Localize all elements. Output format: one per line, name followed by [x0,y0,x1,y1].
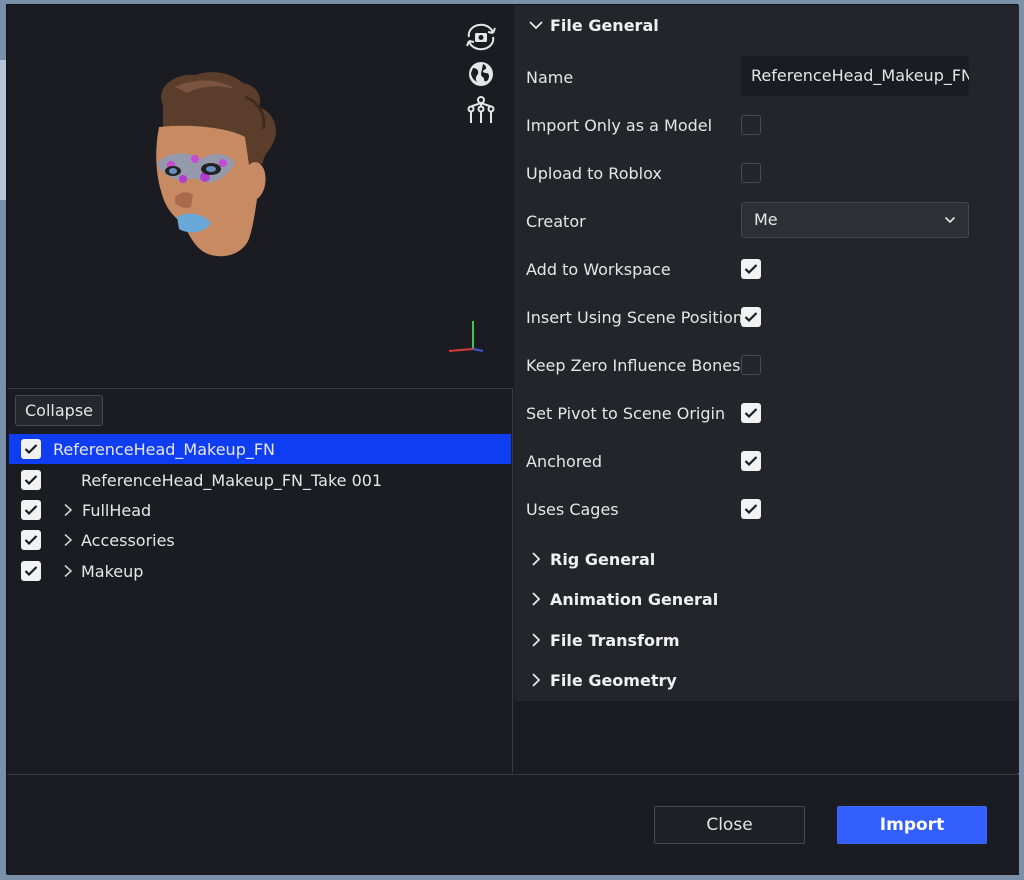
head-model-preview [156,72,276,257]
tree-row-checkbox[interactable] [21,470,41,490]
name-field[interactable]: ReferenceHead_Makeup_FN [741,56,969,96]
set-pivot-scene-origin-checkbox[interactable] [741,403,761,423]
tree-row-fullhead[interactable]: FullHead [9,495,511,525]
tree-row-checkbox[interactable] [21,561,41,581]
tree-row-accessories[interactable]: Accessories [9,525,511,555]
tree-row-makeup[interactable]: Makeup [9,556,511,586]
collapsed-sections: Rig General Animation General File Trans… [514,539,1019,701]
model-preview-viewport[interactable] [7,5,513,389]
chevron-right-icon[interactable] [61,533,75,547]
creator-value: Me [754,210,778,229]
tree-row-label: Accessories [81,530,175,550]
chevron-down-icon [944,216,956,224]
chevron-right-icon [532,633,541,647]
creator-label: Creator [526,212,586,231]
tree-row-label: Makeup [81,561,144,581]
chevron-right-icon [532,673,541,687]
camera-rotate-icon[interactable] [464,21,498,53]
tree-row-label: ReferenceHead_Makeup_FN_Take 001 [81,470,383,490]
collapse-button[interactable]: Collapse [15,395,103,426]
tree-row-label: ReferenceHead_Makeup_FN [53,439,276,459]
upload-to-roblox-label: Upload to Roblox [526,164,662,183]
section-file-transform-header[interactable]: File Transform [514,620,1019,660]
tree-row-checkbox[interactable] [21,439,41,459]
section-title: File General [550,15,659,35]
anchored-checkbox[interactable] [741,451,761,471]
file-general-body: Name ReferenceHead_Makeup_FN Import Only… [514,45,1019,539]
section-title: File Transform [550,630,680,650]
import-button[interactable]: Import [837,806,987,844]
axis-gizmo-icon [448,321,484,352]
chevron-right-icon[interactable] [61,503,75,517]
import-only-model-checkbox[interactable] [741,115,761,135]
tree-row-label: FullHead [82,500,152,520]
import-only-model-label: Import Only as a Model [526,116,713,135]
insert-scene-position-checkbox[interactable] [741,307,761,327]
chevron-right-icon [532,552,541,566]
section-title: Rig General [550,549,656,569]
insert-scene-position-label: Insert Using Scene Position [526,308,744,327]
section-animation-general-header[interactable]: Animation General [514,579,1019,619]
creator-dropdown[interactable]: Me [741,202,969,238]
keep-zero-influence-bones-label: Keep Zero Influence Bones [526,356,741,375]
upload-to-roblox-checkbox[interactable] [741,163,761,183]
import-settings-panel: File General Name ReferenceHead_Makeup_F… [514,5,1019,773]
globe-icon[interactable] [464,58,498,90]
tree-row-take[interactable]: ReferenceHead_Makeup_FN_Take 001 [9,465,511,495]
panel-empty-area [514,701,1019,773]
hierarchy-tree: Collapse ReferenceHead_Makeup_FN Referen… [7,390,513,773]
chevron-down-icon [529,21,543,30]
section-title: Animation General [550,589,719,609]
rig-icon[interactable] [464,95,498,127]
section-title: File Geometry [550,670,677,690]
section-rig-general-header[interactable]: Rig General [514,539,1019,579]
tree-row-root[interactable]: ReferenceHead_Makeup_FN [9,434,511,464]
close-button[interactable]: Close [654,806,805,844]
dialog-footer: Close Import [7,774,1019,875]
left-column: Collapse ReferenceHead_Makeup_FN Referen… [7,5,513,773]
add-to-workspace-checkbox[interactable] [741,259,761,279]
uses-cages-checkbox[interactable] [741,499,761,519]
uses-cages-label: Uses Cages [526,500,619,519]
set-pivot-scene-origin-label: Set Pivot to Scene Origin [526,404,726,423]
add-to-workspace-label: Add to Workspace [526,260,671,279]
tree-row-checkbox[interactable] [21,530,41,550]
chevron-right-icon [532,592,541,606]
name-label: Name [526,68,574,87]
tree-row-checkbox[interactable] [21,500,41,520]
keep-zero-influence-bones-checkbox[interactable] [741,355,761,375]
chevron-right-icon[interactable] [61,564,75,578]
anchored-label: Anchored [526,452,603,471]
import-dialog: Collapse ReferenceHead_Makeup_FN Referen… [6,4,1019,875]
section-file-general-header[interactable]: File General [514,5,1019,45]
section-file-geometry-header[interactable]: File Geometry [514,660,1019,700]
